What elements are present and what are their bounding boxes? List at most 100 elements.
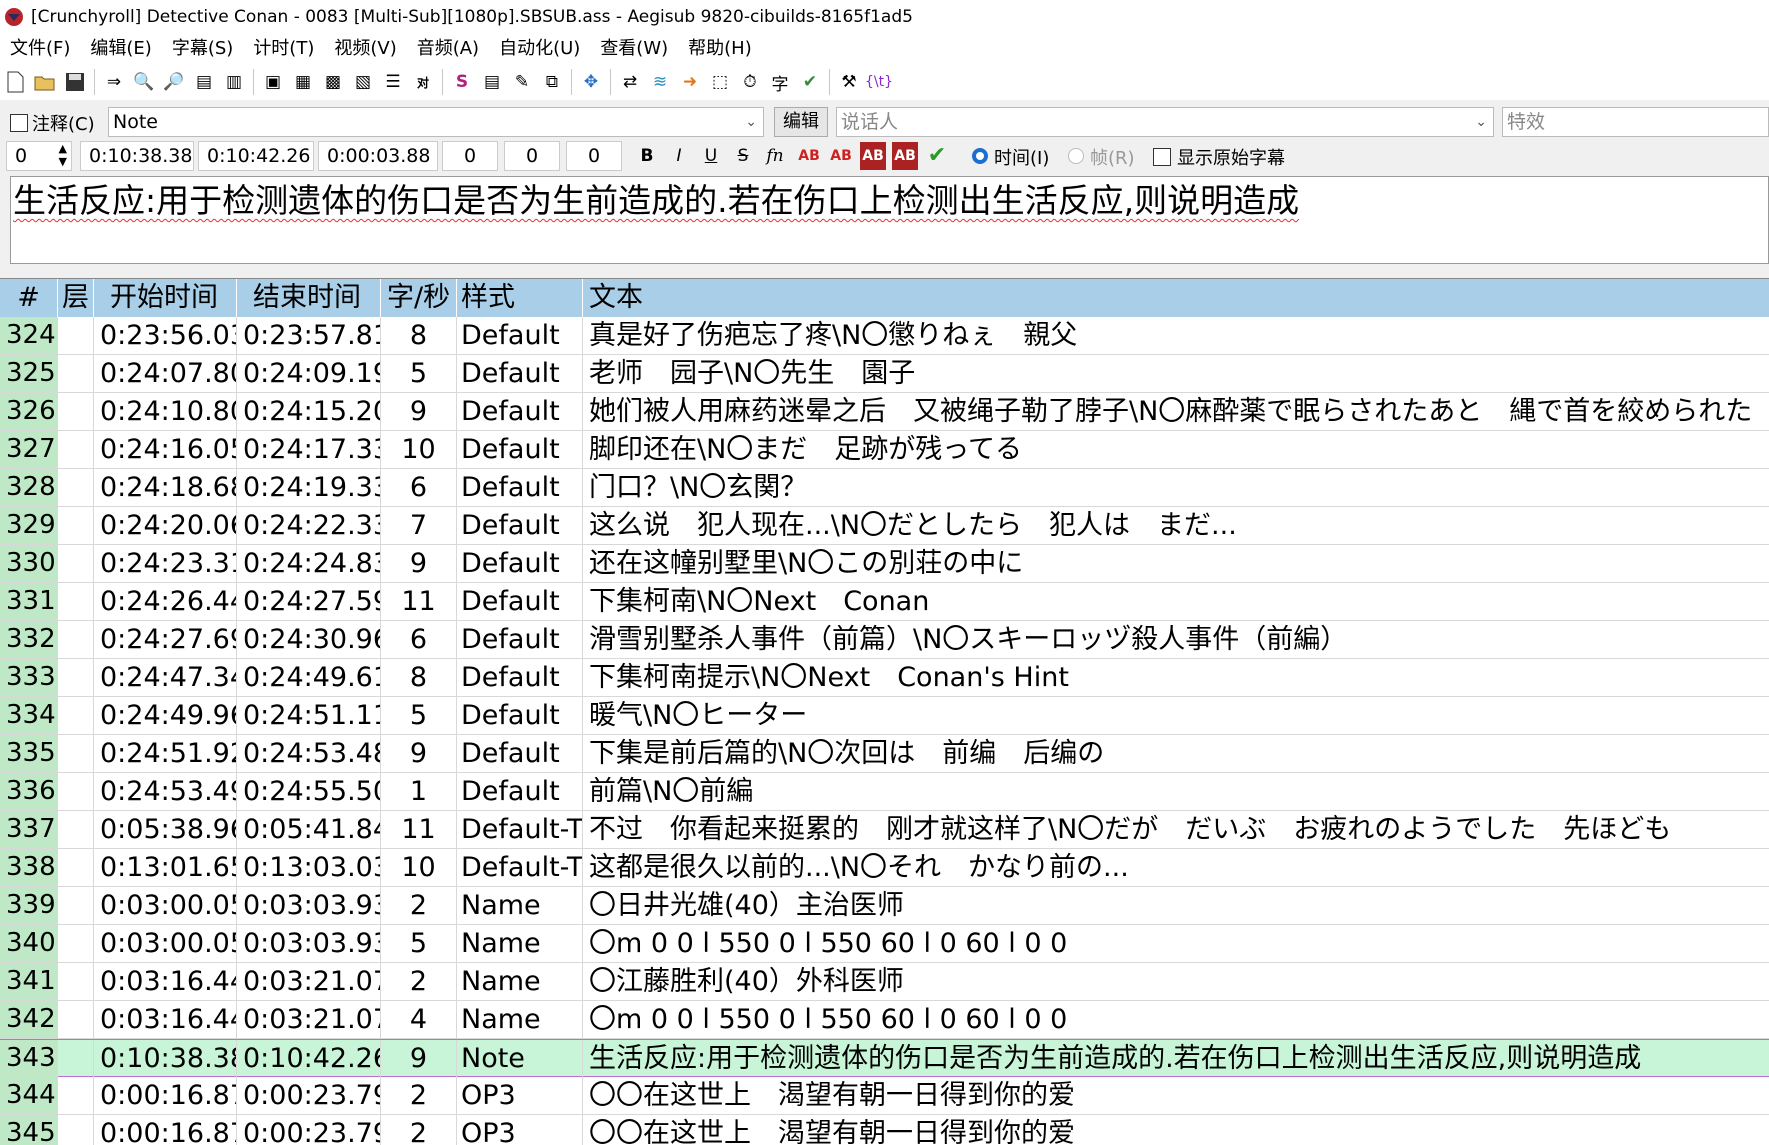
table-row-selected[interactable]: 343 0:10:38.38 0:10:42.26 9 Note 生活反应:用于检测遗体的… [0,1039,1769,1077]
bold-button[interactable]: B [634,142,660,170]
table-row[interactable]: 326 0:24:10.80 0:24:15.20 9 Default 她们被人用麻药迷晕… [0,393,1769,431]
menu-help[interactable]: 帮助(H) [678,34,762,64]
commit-check-icon[interactable]: ✔ [924,142,950,170]
table-row[interactable]: 339 0:03:00.05 0:03:03.93 2 Name 〇日井光雄(40）主治医… [0,887,1769,925]
column-header-number[interactable]: # [0,279,58,317]
styles-manager-icon[interactable]: ☰ [379,68,407,96]
row-number: 342 [0,1001,58,1038]
properties-icon[interactable]: ▤ [478,68,506,96]
zoom-out-icon[interactable]: 🔎 [160,68,188,96]
secondary-color-button[interactable]: AB [828,142,854,170]
table-row[interactable]: 345 0:00:16.87 0:00:23.79 2 OP3 〇〇在这世上 渴望有朝一日… [0,1115,1769,1145]
clipping-icon[interactable]: ⬚ [706,68,734,96]
layer-spin[interactable]: 0 ▲ ▼ [6,141,72,171]
table-row[interactable]: 330 0:24:23.31 0:24:24.83 9 Default 还在这幢别墅里\N… [0,545,1769,583]
outline-color-button[interactable]: AB [860,142,886,170]
variables-icon[interactable]: {\t} [865,68,893,96]
video-details-icon[interactable]: ▣ [259,68,287,96]
comment-checkbox[interactable] [10,114,28,132]
font-button[interactable]: fn [762,142,788,170]
column-header-layer[interactable]: 层 [58,279,94,317]
fonts-collector-icon[interactable]: ⧉ [538,68,566,96]
row-style: Default [457,317,583,354]
table-row[interactable]: 325 0:24:07.80 0:24:09.19 5 Default 老师 园子\N〇先… [0,355,1769,393]
zoom-in-icon[interactable]: 🔍 [130,68,158,96]
end-time-field[interactable]: 0:10:42.26 [198,141,314,171]
start-time-field[interactable]: 0:10:38.38 [80,141,194,171]
underline-button[interactable]: U [698,142,724,170]
show-original-checkbox[interactable] [1153,148,1171,166]
column-header-cps[interactable]: 字/秒 [381,279,457,317]
menu-video[interactable]: 视频(V) [324,34,406,64]
table-row[interactable]: 327 0:24:16.05 0:24:17.33 10 Default 脚印还在\N〇ま… [0,431,1769,469]
duration-field[interactable]: 0:00:03.88 [318,141,438,171]
arrow-right-icon[interactable]: ➜ [676,68,704,96]
table-row[interactable]: 344 0:00:16.87 0:00:23.79 2 OP3 〇〇在这世上 渴望有朝一日… [0,1077,1769,1115]
menu-view[interactable]: 查看(W) [590,34,678,64]
table-row[interactable]: 324 0:23:56.03 0:23:57.81 8 Default 真是好了伤疤忘了疼… [0,317,1769,355]
open-file-icon[interactable] [31,68,59,96]
spin-arrows-icon[interactable]: ▲ ▼ [59,142,67,168]
column-header-end[interactable]: 结束时间 [237,279,381,317]
save-file-icon[interactable] [61,68,89,96]
new-file-icon[interactable] [1,68,29,96]
menu-automation[interactable]: 自动化(U) [489,34,590,64]
frame-radio[interactable] [1068,148,1084,164]
menu-edit[interactable]: 编辑(E) [80,34,161,64]
title-bar: [Crunchyroll] Detective Conan - 0083 [Mu… [0,0,1769,34]
attachments-icon[interactable]: ✎ [508,68,536,96]
edit-style-button[interactable]: 编辑 [774,107,828,137]
italic-button[interactable]: I [666,142,692,170]
margin-vertical-field[interactable]: 0 [566,141,622,171]
table-row[interactable]: 341 0:03:16.44 0:03:21.07 2 Name 〇江藤胜利(40）外科医… [0,963,1769,1001]
resample-icon[interactable]: ▩ [319,68,347,96]
table-row[interactable]: 335 0:24:51.92 0:24:53.48 9 Default 下集是前后篇的\N… [0,735,1769,773]
column-header-start[interactable]: 开始时间 [94,279,237,317]
menu-timing[interactable]: 计时(T) [243,34,324,64]
options-icon[interactable]: ⚒ [835,68,863,96]
row-text: 脚印还在\N〇まだ 足跡が残ってる [589,434,1022,465]
film-icon[interactable]: ▧ [349,68,377,96]
assistant-icon[interactable]: ✔ [796,68,824,96]
shadow-color-button[interactable]: AB [892,142,918,170]
timing-postprocessor-icon[interactable]: ≋ [646,68,674,96]
menu-subtitle[interactable]: 字幕(S) [162,34,243,64]
translation-icon[interactable]: 对 [409,68,437,96]
menu-audio[interactable]: 音频(A) [407,34,489,64]
row-start-time: 0:24:18.68 [94,469,237,506]
menu-file[interactable]: 文件(F) [0,34,80,64]
time-radio[interactable] [972,148,988,164]
row-start-time: 0:03:00.05 [94,887,237,924]
table-row[interactable]: 329 0:24:20.06 0:24:22.33 7 Default 这么说 犯人现在.… [0,507,1769,545]
table-row[interactable]: 336 0:24:53.49 0:24:55.50 1 Default 前篇\N〇前編 [0,773,1769,811]
snap-end-icon[interactable]: ▥ [220,68,248,96]
subtitle-text-editor[interactable]: 生活反应:用于检测遗体的伤口是否为生前造成的.若在伤口上检测出生活反应,则说明造… [10,176,1769,264]
table-row[interactable]: 331 0:24:26.44 0:24:27.59 11 Default 下集柯南\N〇N… [0,583,1769,621]
table-row[interactable]: 342 0:03:16.44 0:03:21.07 4 Name 〇m 0 0 l 550… [0,1001,1769,1039]
actor-combo[interactable]: 说话人 ⌄ [836,107,1494,137]
table-row[interactable]: 334 0:24:49.96 0:24:51.11 5 Default 暖气\N〇ヒーター [0,697,1769,735]
shift-times-icon[interactable]: ⇄ [616,68,644,96]
effect-field[interactable]: 特效 [1502,107,1769,137]
keyframes-icon[interactable]: ▦ [289,68,317,96]
margin-left-field[interactable]: 0 [442,141,498,171]
table-row[interactable]: 340 0:03:00.05 0:03:03.93 5 Name 〇m 0 0 l 550… [0,925,1769,963]
table-row[interactable]: 332 0:24:27.69 0:24:30.96 6 Default 滑雪别墅杀人事件（… [0,621,1769,659]
strikeout-button[interactable]: S [730,142,756,170]
clock-icon[interactable]: ⏱ [736,68,764,96]
table-row[interactable]: 338 0:13:01.65 0:13:03.03 10 Default-T 这都是很久以… [0,849,1769,887]
table-row[interactable]: 333 0:24:47.34 0:24:49.61 8 Default 下集柯南提示\N〇… [0,659,1769,697]
table-row[interactable]: 328 0:24:18.68 0:24:19.33 6 Default 门口？\N〇玄関？ [0,469,1769,507]
primary-color-button[interactable]: AB [796,142,822,170]
column-header-text[interactable]: 文本 [583,279,1769,317]
snap-start-icon[interactable]: ▤ [190,68,218,96]
spell-check-icon[interactable]: S [448,68,476,96]
margin-right-field[interactable]: 0 [504,141,560,171]
table-row[interactable]: 337 0:05:38.96 0:05:41.84 11 Default-T 不过 你看起… [0,811,1769,849]
column-header-style[interactable]: 样式 [457,279,583,317]
kanji-timer-icon[interactable]: 字 [766,68,794,96]
style-combo[interactable]: Note ⌄ [108,107,764,137]
jump-to-icon[interactable]: ⇒ [100,68,128,96]
automation-icon[interactable]: ✥ [577,68,605,96]
row-number: 331 [0,583,58,620]
